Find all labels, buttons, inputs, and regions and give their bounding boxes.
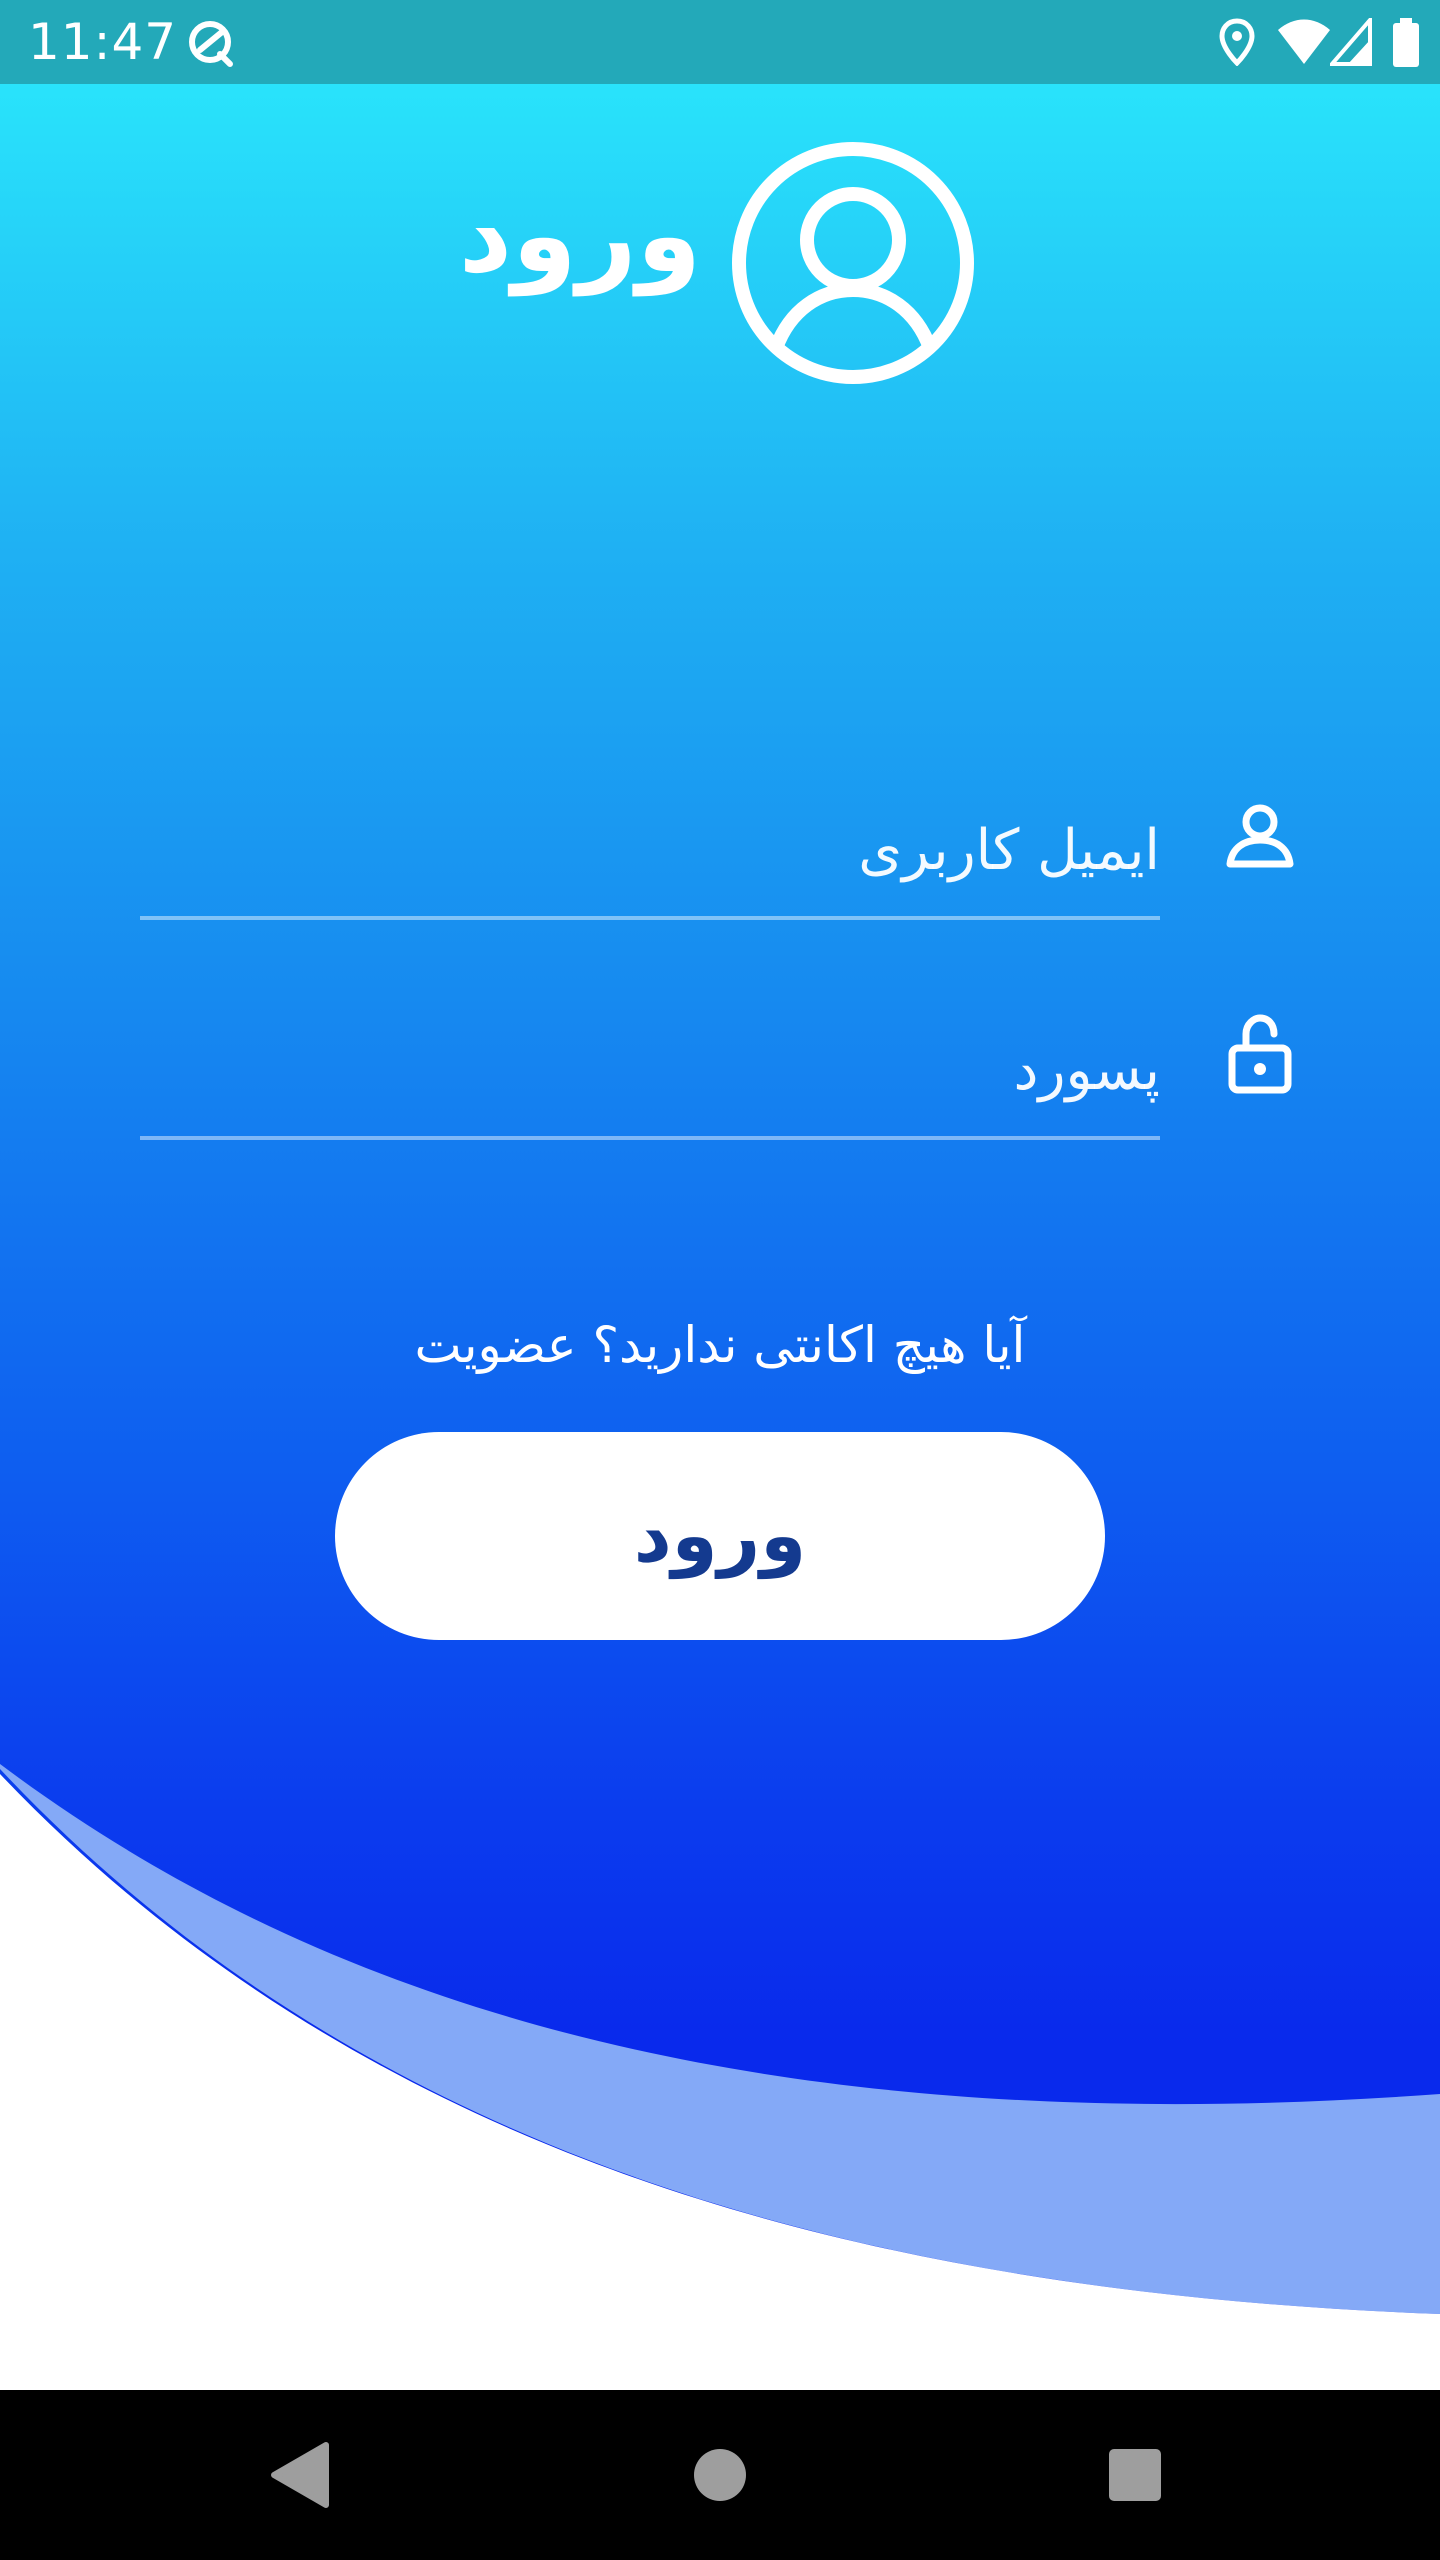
user-icon	[1226, 804, 1294, 868]
bottom-wave-decoration	[0, 1764, 1440, 2390]
password-field-group	[140, 1000, 1300, 1140]
status-bar: 11:47	[0, 0, 1440, 84]
recents-square-icon[interactable]	[1085, 2425, 1185, 2525]
signup-link[interactable]: آیا هیچ اکانتی ندارید؟ عضویت	[0, 1310, 1440, 1380]
user-circle-icon	[732, 142, 974, 384]
battery-icon	[1393, 18, 1419, 67]
sync-ring-icon	[189, 21, 233, 67]
wifi-icon	[1278, 19, 1330, 64]
password-field[interactable]	[140, 1000, 1160, 1140]
email-field[interactable]	[140, 780, 1160, 920]
location-icon	[1219, 18, 1255, 66]
password-underline	[140, 1136, 1160, 1140]
login-background	[0, 84, 1440, 2390]
cellular-signal-icon	[1330, 18, 1372, 66]
back-triangle-icon[interactable]	[250, 2425, 350, 2525]
page-title: ورود	[458, 174, 702, 296]
email-underline	[140, 916, 1160, 920]
email-field-group	[140, 780, 1300, 920]
lock-icon	[1228, 1014, 1292, 1094]
navigation-bar	[0, 2390, 1440, 2560]
home-circle-icon[interactable]	[670, 2425, 770, 2525]
login-button[interactable]: ورود	[335, 1432, 1105, 1640]
status-time: 11:47	[28, 13, 178, 71]
